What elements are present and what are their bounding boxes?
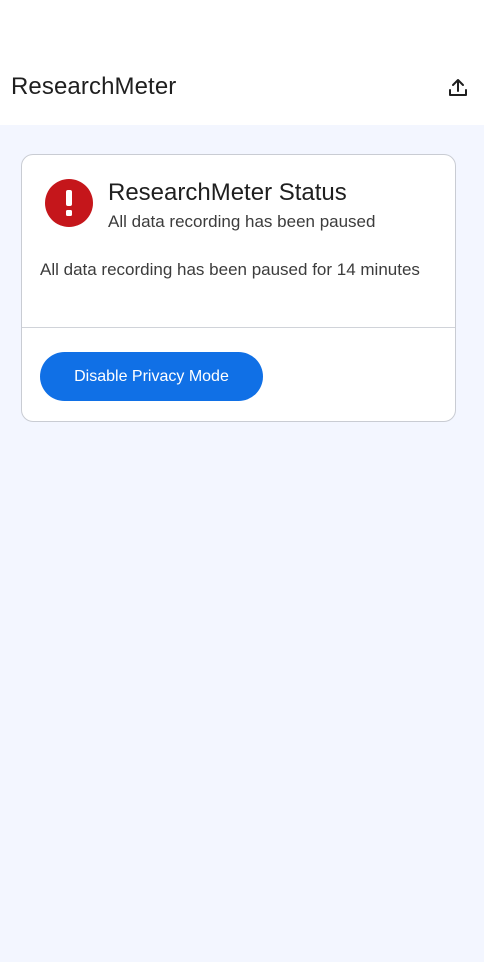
disable-privacy-mode-button[interactable]: Disable Privacy Mode [40, 352, 263, 401]
card-title: ResearchMeter Status [108, 179, 347, 206]
card-subtitle: All data recording has been paused [108, 212, 376, 231]
share-button[interactable] [440, 70, 476, 106]
card-divider [22, 327, 455, 328]
app-title: ResearchMeter [11, 73, 177, 100]
main-content: ResearchMeter Status All data recording … [0, 125, 484, 962]
status-message: All data recording has been paused for 1… [40, 260, 420, 279]
app-bar: ResearchMeter [0, 0, 484, 125]
upload-icon [449, 79, 467, 96]
status-card: ResearchMeter Status All data recording … [21, 154, 456, 422]
error-icon [45, 179, 93, 227]
